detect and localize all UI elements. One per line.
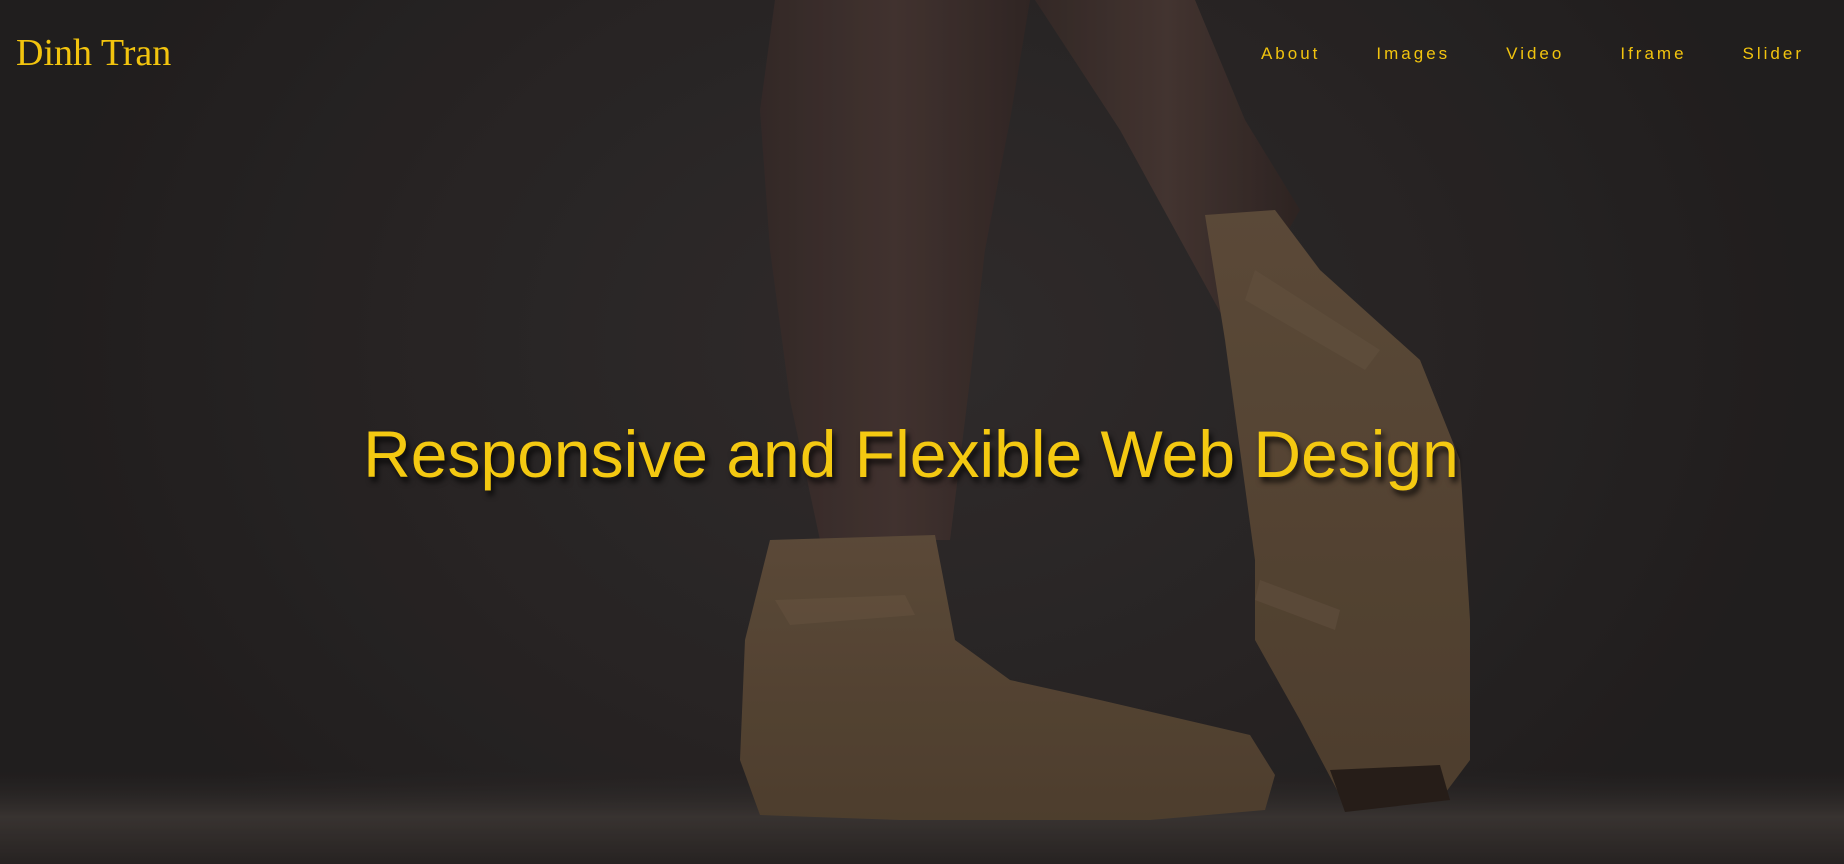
nav-item-about[interactable]: About (1261, 42, 1320, 66)
main-nav: About Images Video Iframe Slider (1205, 42, 1804, 66)
brand-logo[interactable]: Dinh Tran (16, 30, 171, 76)
nav-item-iframe[interactable]: Iframe (1620, 42, 1686, 66)
nav-item-images[interactable]: Images (1376, 42, 1450, 66)
nav-item-video[interactable]: Video (1506, 42, 1564, 66)
hero-section: Dinh Tran About Images Video Iframe Slid… (0, 0, 1844, 864)
hero-headline: Responsive and Flexible Web Design (363, 417, 1459, 491)
nav-item-slider[interactable]: Slider (1743, 42, 1804, 66)
